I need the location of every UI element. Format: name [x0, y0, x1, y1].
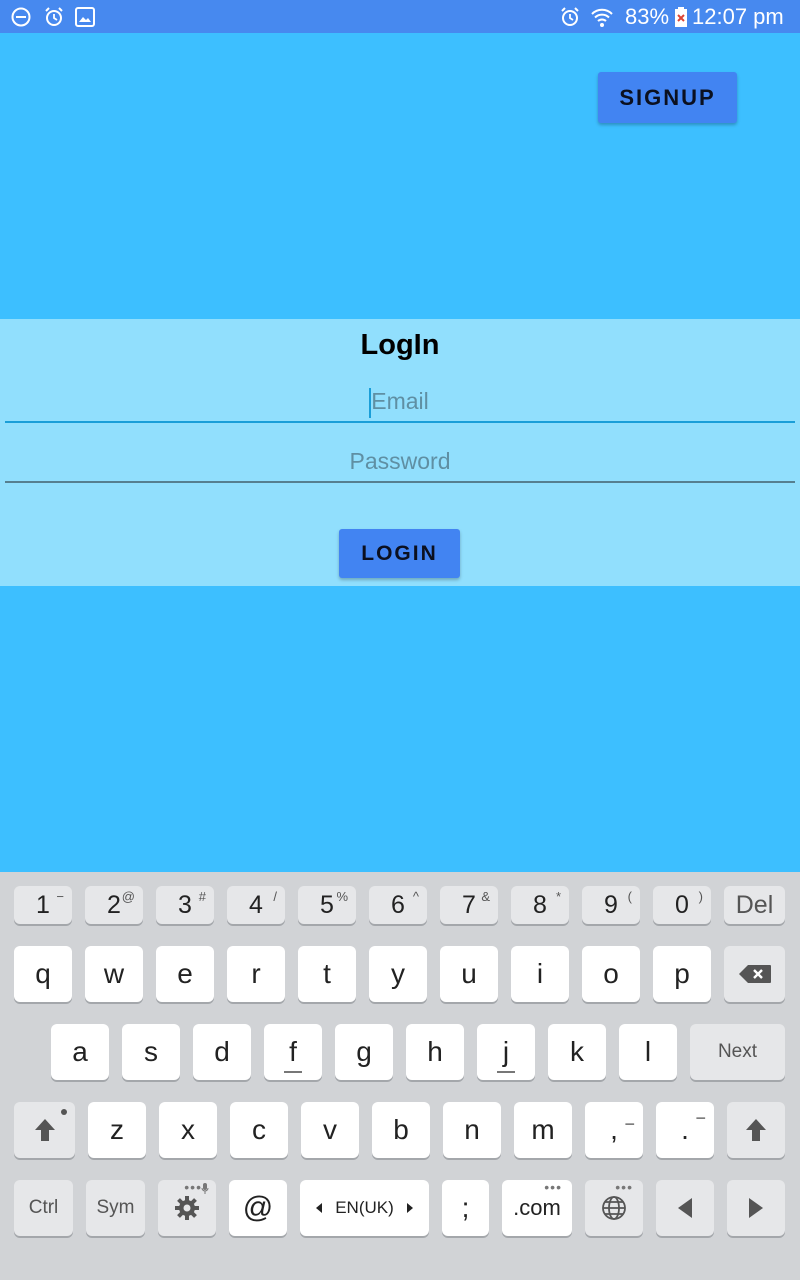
key-q[interactable]: q	[14, 946, 72, 1002]
key-o[interactable]: o	[582, 946, 640, 1002]
key-l[interactable]: l	[619, 1024, 677, 1080]
email-underline	[5, 421, 795, 423]
key-w[interactable]: w	[85, 946, 143, 1002]
key-r[interactable]: r	[227, 946, 285, 1002]
language-spacebar[interactable]: EN(UK)	[300, 1180, 429, 1236]
login-panel: LogIn LOGIN	[0, 319, 800, 586]
key-c[interactable]: c	[230, 1102, 288, 1158]
key-b[interactable]: b	[372, 1102, 430, 1158]
arrow-right-small-icon	[406, 1203, 413, 1213]
alarm-icon	[45, 7, 63, 26]
key-e[interactable]: e	[156, 946, 214, 1002]
text-cursor	[369, 388, 371, 418]
key-a[interactable]: a	[51, 1024, 109, 1080]
key-0[interactable]: 0)	[653, 886, 711, 924]
key-g[interactable]: g	[335, 1024, 393, 1080]
key-n[interactable]: n	[443, 1102, 501, 1158]
alarm-icon	[561, 7, 579, 26]
shift-icon	[34, 1119, 55, 1141]
shift-key-left[interactable]	[14, 1102, 75, 1158]
sym-key[interactable]: Sym	[86, 1180, 145, 1236]
key-3[interactable]: 3 #	[156, 886, 214, 924]
key-9[interactable]: 9(	[582, 886, 640, 924]
email-field[interactable]	[5, 381, 795, 421]
key-at[interactable]: @	[229, 1180, 287, 1236]
delete-key[interactable]: Del	[724, 886, 785, 924]
key-period[interactable]: . −	[656, 1102, 714, 1158]
key-d[interactable]: d	[193, 1024, 251, 1080]
key-semicolon[interactable]: ;	[442, 1180, 489, 1236]
arrow-right-icon	[749, 1198, 763, 1218]
password-field[interactable]	[5, 441, 795, 481]
key-y[interactable]: y	[369, 946, 427, 1002]
clock: 12:07 pm	[692, 4, 784, 29]
home-key-marker	[284, 1071, 302, 1073]
key-6[interactable]: 6 ^	[369, 886, 427, 924]
login-title: LogIn	[360, 329, 440, 361]
key-p[interactable]: p	[653, 946, 711, 1002]
home-key-marker	[497, 1071, 515, 1073]
key-dotcom[interactable]: .com •••	[502, 1180, 572, 1236]
globe-icon	[602, 1196, 626, 1220]
shift-icon	[746, 1119, 766, 1141]
next-key[interactable]: Next	[690, 1024, 785, 1080]
password-field-container	[5, 441, 795, 483]
language-key[interactable]: •••	[585, 1180, 643, 1236]
backspace-icon	[738, 965, 771, 983]
key-5[interactable]: 5%	[298, 886, 356, 924]
key-v[interactable]: v	[301, 1102, 359, 1158]
key-u[interactable]: u	[440, 946, 498, 1002]
shift-key-right[interactable]	[727, 1102, 785, 1158]
do-not-disturb-icon	[11, 7, 31, 27]
key-comma[interactable]: , −	[585, 1102, 643, 1158]
key-i[interactable]: i	[511, 946, 569, 1002]
key-1[interactable]: 1−	[14, 886, 72, 924]
cursor-left-key[interactable]	[656, 1180, 714, 1236]
indicator-dot	[61, 1109, 67, 1115]
wifi-icon	[591, 8, 613, 27]
arrow-left-icon	[678, 1198, 692, 1218]
key-2[interactable]: 2 @	[85, 886, 143, 924]
gear-icon	[175, 1196, 199, 1220]
battery-icon	[675, 7, 687, 27]
settings-key[interactable]: •••	[158, 1180, 216, 1236]
key-t[interactable]: t	[298, 946, 356, 1002]
status-bar: 83% 12:07 pm	[0, 0, 800, 33]
more-dots-icon: •••	[184, 1179, 202, 1195]
ctrl-key[interactable]: Ctrl	[14, 1180, 73, 1236]
battery-percentage: 83%	[625, 4, 670, 29]
more-dots-icon: •••	[544, 1179, 562, 1195]
key-f[interactable]: f	[264, 1024, 322, 1080]
arrow-left-small-icon	[316, 1203, 323, 1213]
cursor-right-key[interactable]	[727, 1180, 785, 1236]
key-x[interactable]: x	[159, 1102, 217, 1158]
key-s[interactable]: s	[122, 1024, 180, 1080]
microphone-icon	[201, 1183, 209, 1194]
key-m[interactable]: m	[514, 1102, 572, 1158]
key-j[interactable]: j	[477, 1024, 535, 1080]
backspace-key[interactable]	[724, 946, 785, 1002]
key-h[interactable]: h	[406, 1024, 464, 1080]
key-8[interactable]: 8 *	[511, 886, 569, 924]
login-button[interactable]: LOGIN	[339, 529, 460, 578]
key-k[interactable]: k	[548, 1024, 606, 1080]
key-4[interactable]: 4/	[227, 886, 285, 924]
email-field-container	[5, 381, 795, 423]
key-z[interactable]: z	[88, 1102, 146, 1158]
gallery-icon	[75, 7, 95, 27]
more-dots-icon: •••	[615, 1179, 633, 1195]
signup-button[interactable]: SIGNUP	[598, 72, 737, 123]
key-7[interactable]: 7 &	[440, 886, 498, 924]
soft-keyboard: 1− 2 @ 3 # 4/ 5% 6 ^ 7 & 8 * 9( 0) Del q w e …	[0, 872, 800, 1280]
password-underline	[5, 481, 795, 483]
